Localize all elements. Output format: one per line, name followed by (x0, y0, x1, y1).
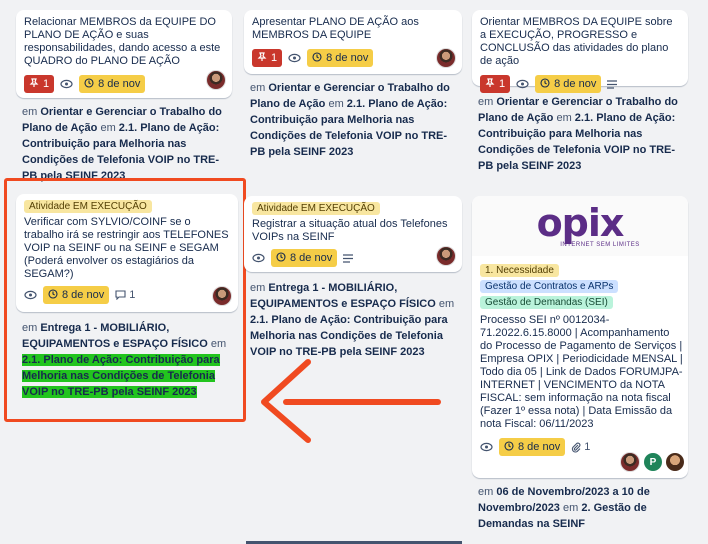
due-date-badge[interactable]: 8 de nov (79, 75, 146, 93)
watch-icon (480, 442, 493, 452)
clock-icon (84, 77, 94, 91)
card-body: 1. Necessidade Gestão de Contratos e ARP… (480, 264, 684, 457)
due-date-badge[interactable]: 8 de nov (271, 249, 338, 267)
card-location: em Orientar e Gerenciar o Trabalho do Pl… (478, 96, 678, 172)
opix-logo-tagline: INTERNET SEM LIMITES (560, 242, 640, 248)
label-gestao-contratos: Gestão de Contratos e ARPs (480, 280, 619, 293)
card-badges: 1 8 de nov (252, 48, 454, 68)
card-badges: 1 8 de nov (24, 74, 224, 94)
pin-icon (29, 77, 39, 91)
clock-icon (540, 77, 550, 91)
priority-count: 1 (271, 52, 278, 64)
card-location: em Orientar e Gerenciar o Trabalho do Pl… (22, 106, 222, 182)
label-gestao-demandas: Gestão de Demandas (SEI) (480, 296, 613, 309)
card-location: em Orientar e Gerenciar o Trabalho do Pl… (250, 82, 450, 158)
card-title: Relacionar MEMBROS da EQUIPE DO PLANO DE… (24, 16, 221, 67)
priority-badge: 1 (252, 49, 283, 67)
clock-icon (312, 51, 322, 65)
card-relacionar-membros[interactable]: Relacionar MEMBROS da EQUIPE DO PLANO DE… (16, 10, 232, 98)
status-label: Atividade EM EXECUÇÃO (252, 202, 380, 215)
card-title: Registrar a situação atual dos Telefones… (252, 218, 448, 243)
clock-icon (504, 440, 514, 454)
watch-icon (516, 79, 529, 89)
priority-badge: 1 (480, 75, 511, 93)
due-date-text: 8 de nov (554, 78, 597, 90)
member-avatar[interactable] (206, 70, 226, 90)
due-date-badge[interactable]: 8 de nov (535, 75, 602, 93)
due-date-text: 8 de nov (518, 441, 561, 453)
due-date-text: 8 de nov (98, 78, 141, 90)
watch-icon (252, 253, 265, 263)
priority-count: 1 (43, 78, 50, 90)
annotation-arrow (261, 359, 441, 443)
card-location: em 06 de Novembro/2023 a 10 de Novembro/… (478, 486, 650, 530)
card-registrar-situacao[interactable]: Atividade EM EXECUÇÃO Registrar a situaç… (244, 196, 462, 272)
due-date-text: 8 de nov (290, 252, 333, 264)
card-cover-image: opix INTERNET SEM LIMITES (472, 196, 688, 256)
watch-icon (288, 53, 301, 63)
member-avatar-initial[interactable]: P (644, 453, 662, 471)
list-link[interactable]: 2.1. Plano de Ação: Contribuição para Me… (250, 314, 448, 358)
annotation-box (4, 178, 246, 422)
pin-icon (485, 77, 495, 91)
card-orientar-membros[interactable]: Orientar MEMBROS DA EQUIPE sobre a EXECU… (472, 10, 688, 93)
label-necessidade: 1. Necessidade (480, 264, 559, 277)
card-badges: 1 8 de nov (480, 74, 680, 94)
priority-badge: 1 (24, 75, 55, 93)
member-avatar-photo[interactable] (666, 453, 684, 471)
attachment-icon: 1 (571, 441, 590, 453)
due-date-badge[interactable]: 8 de nov (307, 49, 374, 67)
card-title: Apresentar PLANO DE AÇÃO aos MEMBROS DA … (252, 16, 419, 41)
due-date-text: 8 de nov (326, 52, 369, 64)
member-avatar[interactable] (436, 246, 456, 266)
card-location: em Entrega 1 - MOBILIÁRIO, EQUIPAMENTOS … (250, 282, 455, 358)
parent-card-link[interactable]: Entrega 1 - MOBILIÁRIO, EQUIPAMENTOS e E… (250, 282, 436, 310)
priority-count: 1 (499, 78, 506, 90)
description-icon (607, 79, 618, 89)
watch-icon (60, 79, 73, 89)
card-title: Processo SEI nº 0012034-71.2022.6.15.800… (480, 314, 683, 430)
member-avatar[interactable] (436, 48, 456, 68)
member-avatar[interactable] (620, 452, 640, 472)
pin-icon (257, 51, 267, 65)
due-date-badge[interactable]: 8 de nov (499, 438, 566, 456)
card-apresentar-plano[interactable]: Apresentar PLANO DE AÇÃO aos MEMBROS DA … (244, 10, 462, 74)
card-badges: 8 de nov (252, 248, 454, 268)
attachment-count: 1 (584, 441, 591, 453)
card-processo-sei-opix[interactable]: opix INTERNET SEM LIMITES 1. Necessidade… (472, 196, 688, 478)
description-icon (343, 253, 354, 263)
clock-icon (276, 251, 286, 265)
card-title: Orientar MEMBROS DA EQUIPE sobre a EXECU… (480, 16, 673, 67)
opix-logo: opix (536, 201, 625, 245)
